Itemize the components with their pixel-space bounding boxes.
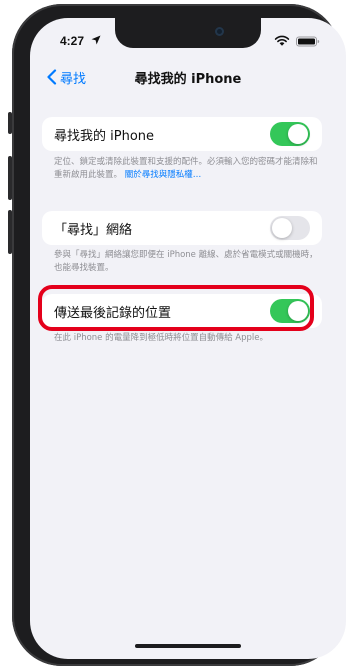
wifi-icon [274,35,290,46]
screen: 4:27 尋找 尋找我的 iPhone 尋找我的 iPhone 定位、鎖定或清除… [30,18,346,659]
find-my-iphone-footer: 定位、鎖定或清除此裝置和支援的配件。必須輸入您的密碼才能清除和重新啟用此裝置。 … [54,156,324,181]
status-time: 4:27 [60,34,85,48]
settings-group-find-my-iphone: 尋找我的 iPhone [42,117,322,151]
find-my-network-toggle[interactable] [270,216,310,240]
highlight-outline [38,285,314,331]
home-indicator [135,644,241,648]
battery-icon [296,36,320,47]
location-arrow-icon [91,35,101,45]
privacy-link[interactable]: 關於尋找與隱私權… [125,170,202,180]
front-camera [215,27,224,36]
page-title: 尋找我的 iPhone [134,72,242,87]
send-last-location-footer: 在此 iPhone 的電量降到極低時將位置自動傳給 Apple。 [54,333,268,343]
find-my-network-row: 「尋找」網絡 [42,211,322,245]
status-icons [274,35,320,47]
phone-frame: 4:27 尋找 尋找我的 iPhone 尋找我的 iPhone 定位、鎖定或清除… [12,4,346,666]
settings-group-find-my-network: 「尋找」網絡 [42,211,322,245]
find-my-network-footer: 參與「尋找」網絡讓您即便在 iPhone 離線、處於省電模式或關機時，也能尋找裝… [54,250,318,273]
find-my-iphone-row: 尋找我的 iPhone [42,117,322,151]
find-my-iphone-label: 尋找我的 iPhone [54,128,155,144]
toggle-knob [272,218,292,238]
notch [115,18,261,48]
find-my-network-label: 「尋找」網絡 [54,222,133,238]
find-my-iphone-toggle[interactable] [270,122,310,146]
toggle-knob [288,124,308,144]
page: 4:27 尋找 尋找我的 iPhone 尋找我的 iPhone 定位、鎖定或清除… [0,0,352,670]
